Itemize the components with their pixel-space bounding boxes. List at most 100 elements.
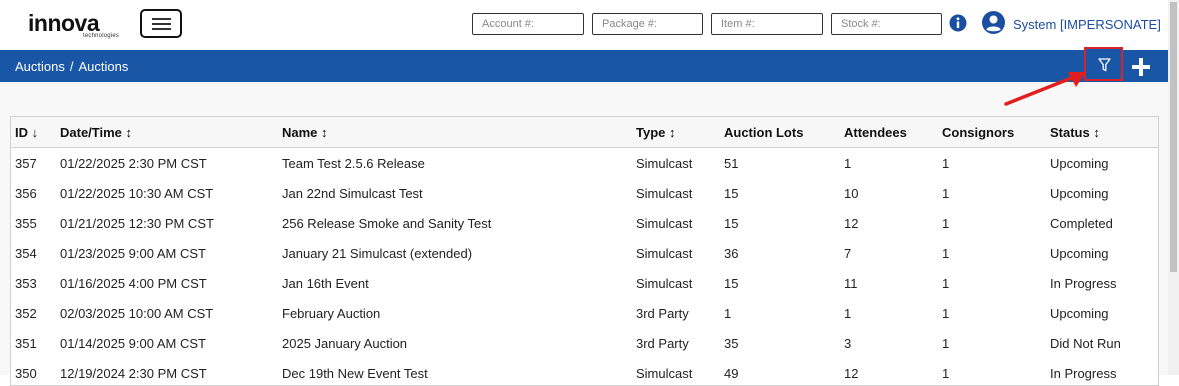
cell-consignors: 1 bbox=[942, 276, 950, 291]
user-avatar-icon[interactable] bbox=[982, 11, 1005, 34]
cell-lots: 1 bbox=[724, 306, 732, 321]
cell-attendees: 11 bbox=[844, 276, 858, 291]
column-header-type[interactable]: Type ↕ bbox=[636, 125, 676, 140]
cell-id: 354 bbox=[15, 246, 37, 261]
cell-name: Jan 22nd Simulcast Test bbox=[282, 186, 423, 201]
scrollbar-thumb[interactable] bbox=[1170, 2, 1177, 272]
table-row[interactable]: 350 12/19/2024 2:30 PM CST Dec 19th New … bbox=[11, 358, 1158, 385]
cell-name: Team Test 2.5.6 Release bbox=[282, 156, 425, 171]
column-header-status[interactable]: Status ↕ bbox=[1050, 125, 1100, 140]
cell-type: Simulcast bbox=[636, 246, 693, 261]
cell-date: 02/03/2025 10:00 AM CST bbox=[60, 306, 214, 321]
cell-lots: 35 bbox=[724, 336, 739, 351]
hamburger-icon bbox=[152, 18, 171, 30]
cell-status: Upcoming bbox=[1050, 186, 1109, 201]
cell-status: Did Not Run bbox=[1050, 336, 1121, 351]
page-scrollbar[interactable] bbox=[1168, 0, 1179, 375]
cell-id: 350 bbox=[15, 366, 37, 381]
cell-attendees: 1 bbox=[844, 306, 852, 321]
cell-consignors: 1 bbox=[942, 336, 950, 351]
table-row[interactable]: 353 01/16/2025 4:00 PM CST Jan 16th Even… bbox=[11, 268, 1158, 299]
brand-logo[interactable]: innova technologies bbox=[28, 10, 119, 40]
column-header-consignors: Consignors bbox=[942, 125, 1015, 140]
cell-date: 01/21/2025 12:30 PM CST bbox=[60, 216, 214, 231]
cell-lots: 15 bbox=[724, 186, 739, 201]
cell-date: 12/19/2024 2:30 PM CST bbox=[60, 366, 207, 381]
cell-status: Upcoming bbox=[1050, 156, 1109, 171]
cell-lots: 15 bbox=[724, 216, 739, 231]
cell-name: 2025 January Auction bbox=[282, 336, 408, 351]
cell-status: Completed bbox=[1050, 216, 1113, 231]
menu-toggle-button[interactable] bbox=[140, 9, 182, 38]
column-header-attendees: Attendees bbox=[844, 125, 907, 140]
cell-lots: 15 bbox=[724, 276, 739, 291]
cell-consignors: 1 bbox=[942, 366, 950, 381]
cell-attendees: 12 bbox=[844, 366, 859, 381]
breadcrumb: Auctions / Auctions bbox=[15, 59, 128, 74]
table-row[interactable]: 357 01/22/2025 2:30 PM CST Team Test 2.5… bbox=[11, 148, 1158, 179]
cell-consignors: 1 bbox=[942, 306, 950, 321]
cell-type: 3rd Party bbox=[636, 306, 689, 321]
column-header-name[interactable]: Name ↕ bbox=[282, 125, 328, 140]
cell-consignors: 1 bbox=[942, 186, 950, 201]
breadcrumb-bar: Auctions / Auctions bbox=[0, 50, 1168, 82]
cell-consignors: 1 bbox=[942, 246, 950, 261]
cell-id: 351 bbox=[15, 336, 37, 351]
table-row[interactable]: 354 01/23/2025 9:00 AM CST January 21 Si… bbox=[11, 238, 1158, 269]
cell-attendees: 10 bbox=[844, 186, 859, 201]
cell-status: In Progress bbox=[1050, 366, 1117, 381]
cell-date: 01/14/2025 9:00 AM CST bbox=[60, 336, 206, 351]
account-search-input[interactable] bbox=[472, 13, 584, 35]
cell-id: 357 bbox=[15, 156, 37, 171]
cell-status: Upcoming bbox=[1050, 246, 1109, 261]
cell-status: In Progress bbox=[1050, 276, 1117, 291]
cell-lots: 49 bbox=[724, 366, 739, 381]
info-icon[interactable] bbox=[949, 14, 967, 32]
cell-name: Dec 19th New Event Test bbox=[282, 366, 428, 381]
top-bar: innova technologies System [IMPERSONATE] bbox=[0, 0, 1168, 50]
add-auction-icon[interactable] bbox=[1130, 56, 1152, 78]
cell-consignors: 1 bbox=[942, 216, 950, 231]
cell-lots: 51 bbox=[724, 156, 739, 171]
table-row[interactable]: 352 02/03/2025 10:00 AM CST February Auc… bbox=[11, 298, 1158, 329]
cell-date: 01/23/2025 9:00 AM CST bbox=[60, 246, 206, 261]
cell-consignors: 1 bbox=[942, 156, 950, 171]
table-row[interactable]: 355 01/21/2025 12:30 PM CST 256 Release … bbox=[11, 208, 1158, 239]
user-menu-label[interactable]: System [IMPERSONATE] bbox=[1013, 17, 1161, 32]
cell-date: 01/16/2025 4:00 PM CST bbox=[60, 276, 207, 291]
cell-name: February Auction bbox=[282, 306, 381, 321]
breadcrumb-current: Auctions bbox=[78, 59, 129, 74]
cell-attendees: 7 bbox=[844, 246, 852, 261]
cell-attendees: 12 bbox=[844, 216, 859, 231]
filter-icon bbox=[1098, 58, 1111, 72]
table-row[interactable]: 356 01/22/2025 10:30 AM CST Jan 22nd Sim… bbox=[11, 178, 1158, 209]
cell-name: Jan 16th Event bbox=[282, 276, 369, 291]
cell-name: 256 Release Smoke and Sanity Test bbox=[282, 216, 492, 231]
cell-type: Simulcast bbox=[636, 276, 693, 291]
cell-id: 355 bbox=[15, 216, 37, 231]
cell-id: 353 bbox=[15, 276, 37, 291]
cell-type: Simulcast bbox=[636, 216, 693, 231]
breadcrumb-separator: / bbox=[69, 59, 74, 74]
cell-date: 01/22/2025 10:30 AM CST bbox=[60, 186, 214, 201]
stock-search-input[interactable] bbox=[831, 13, 942, 35]
cell-lots: 36 bbox=[724, 246, 739, 261]
table-header: ID ↓ Date/Time ↕ Name ↕ Type ↕ Auction L… bbox=[11, 117, 1158, 148]
annotation-arrow-icon bbox=[1004, 72, 1086, 106]
cell-id: 352 bbox=[15, 306, 37, 321]
column-header-date[interactable]: Date/Time ↕ bbox=[60, 125, 132, 140]
table-row[interactable]: 351 01/14/2025 9:00 AM CST 2025 January … bbox=[11, 328, 1158, 359]
cell-type: Simulcast bbox=[636, 186, 693, 201]
column-header-id[interactable]: ID ↓ bbox=[15, 125, 38, 140]
package-search-input[interactable] bbox=[592, 13, 703, 35]
column-header-lots: Auction Lots bbox=[724, 125, 804, 140]
cell-id: 356 bbox=[15, 186, 37, 201]
breadcrumb-root[interactable]: Auctions bbox=[15, 59, 65, 74]
item-search-input[interactable] bbox=[711, 13, 823, 35]
cell-name: January 21 Simulcast (extended) bbox=[282, 246, 473, 261]
auctions-table: ID ↓ Date/Time ↕ Name ↕ Type ↕ Auction L… bbox=[10, 116, 1159, 386]
cell-attendees: 1 bbox=[844, 156, 852, 171]
cell-type: Simulcast bbox=[636, 366, 693, 381]
cell-type: 3rd Party bbox=[636, 336, 689, 351]
cell-status: Upcoming bbox=[1050, 306, 1109, 321]
